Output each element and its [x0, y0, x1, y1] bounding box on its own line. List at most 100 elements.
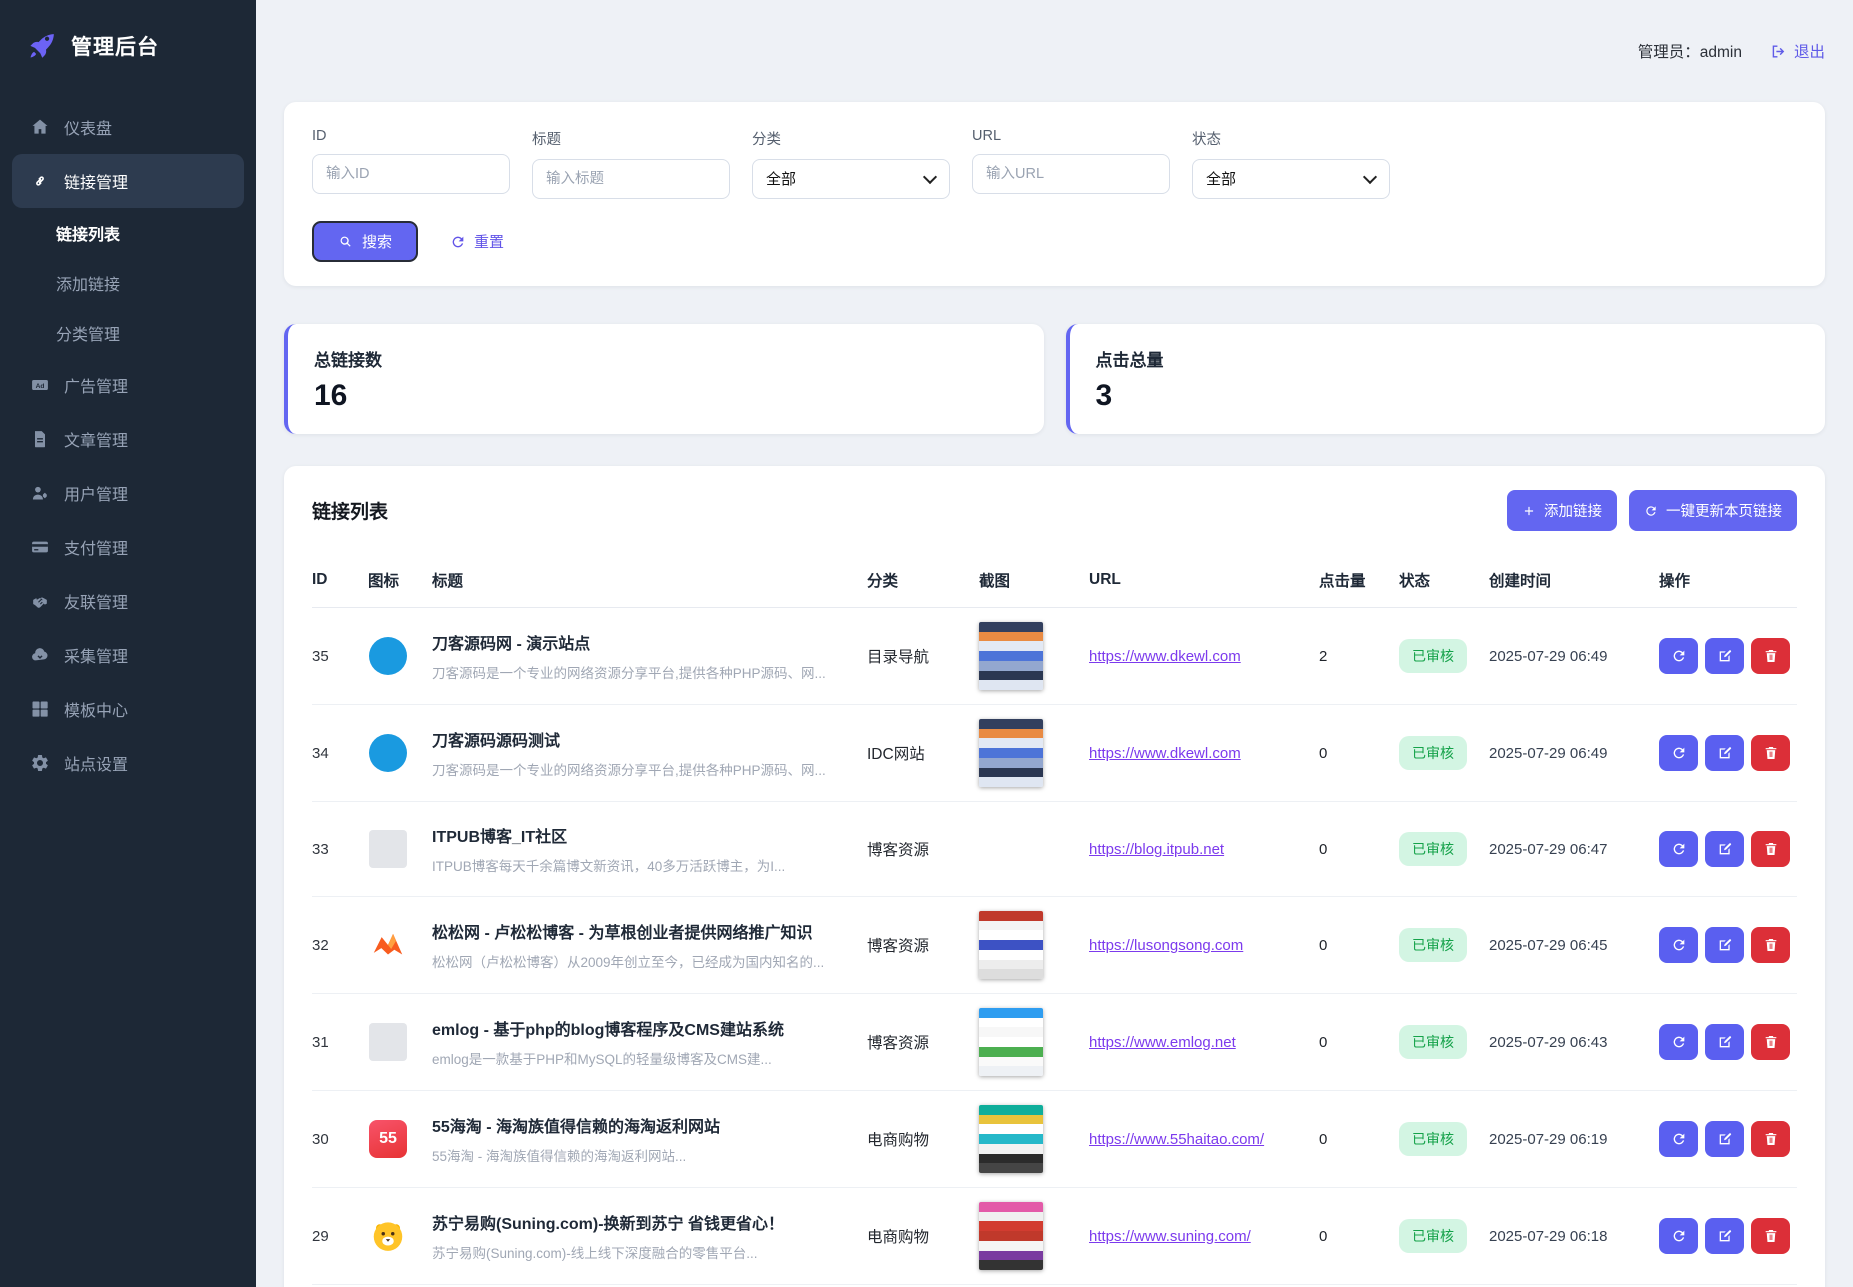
link-url[interactable]: https://blog.itpub.net [1089, 841, 1319, 858]
cell-category: 电商购物 [867, 1128, 979, 1150]
table-head-bar: 链接列表 添加链接 一键更新本页链接 [312, 490, 1797, 531]
link-desc: 松松网（卢松松博客）从2009年创立至今，已经成为国内知名的... [432, 951, 843, 971]
add-link-button[interactable]: 添加链接 [1507, 490, 1617, 531]
sidebar-item[interactable]: 站点设置 [0, 736, 256, 790]
link-url[interactable]: https://www.dkewl.com [1089, 648, 1319, 665]
sidebar-item-label: 广告管理 [64, 373, 128, 397]
rocket-icon [26, 30, 58, 62]
cell-created-time: 2025-07-29 06:49 [1489, 648, 1659, 665]
column-header: ID [312, 571, 368, 589]
screenshot-thumb [979, 911, 1043, 979]
delete-link-button[interactable] [1751, 735, 1790, 771]
delete-link-button[interactable] [1751, 1024, 1790, 1060]
logout-icon [1770, 43, 1787, 60]
plus-icon [1522, 504, 1536, 518]
cell-clicks: 0 [1319, 1034, 1399, 1051]
article-icon [30, 429, 50, 449]
edit-link-button[interactable] [1705, 927, 1744, 963]
sidebar-item-label: 分类管理 [56, 321, 120, 345]
sidebar-item[interactable]: Ad广告管理 [0, 358, 256, 412]
link-url[interactable]: https://www.suning.com/ [1089, 1228, 1319, 1245]
refresh-link-button[interactable] [1659, 735, 1698, 771]
delete-link-icon [1763, 1034, 1779, 1050]
stats-row: 总链接数 16 点击总量 3 [284, 324, 1825, 434]
cell-status: 已审核 [1399, 928, 1489, 962]
edit-link-button[interactable] [1705, 1121, 1744, 1157]
cell-title: 刀客源码源码测试刀客源码是一个专业的网络资源分享平台,提供各种PHP源码、网..… [432, 727, 867, 779]
category-field: 分类全部 [752, 128, 950, 199]
logout-button[interactable]: 退出 [1770, 40, 1825, 62]
sidebar-item[interactable]: 分类管理 [0, 308, 256, 358]
collect-icon [30, 645, 50, 665]
link-icon [30, 171, 50, 191]
delete-link-button[interactable] [1751, 1218, 1790, 1254]
edit-link-button[interactable] [1705, 735, 1744, 771]
admin-app: 管理后台 仪表盘链接管理链接列表添加链接分类管理Ad广告管理文章管理用户管理支付… [0, 0, 1853, 1287]
template-icon [30, 699, 50, 719]
status-select[interactable]: 全部 [1192, 159, 1390, 199]
placeholder-icon [368, 829, 408, 869]
url-input[interactable] [972, 154, 1170, 194]
cell-id: 29 [312, 1228, 368, 1245]
sidebar-item[interactable]: 支付管理 [0, 520, 256, 574]
sidebar-item-label: 链接管理 [64, 169, 128, 193]
sidebar-item[interactable]: 链接管理 [12, 154, 244, 208]
sidebar-item-label: 采集管理 [64, 643, 128, 667]
settings-icon [30, 753, 50, 773]
id-field: ID [312, 128, 510, 199]
update-page-links-button[interactable]: 一键更新本页链接 [1629, 490, 1797, 531]
delete-link-button[interactable] [1751, 638, 1790, 674]
refresh-link-button[interactable] [1659, 1024, 1698, 1060]
sidebar-item[interactable]: 模板中心 [0, 682, 256, 736]
payment-icon [30, 537, 50, 557]
edit-link-button[interactable] [1705, 638, 1744, 674]
cell-title: 55海淘 - 海淘族值得信赖的海淘返利网站55海淘 - 海淘族值得信赖的海淘返利… [432, 1113, 867, 1165]
delete-link-button[interactable] [1751, 831, 1790, 867]
edit-link-button[interactable] [1705, 1218, 1744, 1254]
edit-link-button[interactable] [1705, 831, 1744, 867]
cell-operations [1659, 1024, 1797, 1060]
refresh-link-button[interactable] [1659, 638, 1698, 674]
link-url[interactable]: https://lusongsong.com [1089, 937, 1319, 954]
sidebar-item[interactable]: 仪表盘 [0, 100, 256, 154]
cell-icon [368, 733, 432, 773]
delete-link-button[interactable] [1751, 1121, 1790, 1157]
refresh-link-button[interactable] [1659, 1218, 1698, 1254]
link-url[interactable]: https://www.55haitao.com/ [1089, 1131, 1319, 1148]
refresh-link-icon [1671, 648, 1687, 664]
column-header: 状态 [1399, 569, 1489, 591]
cell-category: 电商购物 [867, 1225, 979, 1247]
refresh-link-button[interactable] [1659, 831, 1698, 867]
sidebar-item[interactable]: 用户管理 [0, 466, 256, 520]
sidebar-item[interactable]: 添加链接 [0, 258, 256, 308]
cell-clicks: 0 [1319, 841, 1399, 858]
category-select[interactable]: 全部 [752, 159, 950, 199]
title-input[interactable] [532, 159, 730, 199]
category-label: 分类 [752, 128, 950, 149]
link-url[interactable]: https://www.dkewl.com [1089, 745, 1319, 762]
placeholder-icon [368, 1022, 408, 1062]
link-desc: 55海淘 - 海淘族值得信赖的海淘返利网站... [432, 1145, 843, 1165]
cell-clicks: 0 [1319, 1228, 1399, 1245]
reset-button[interactable]: 重置 [450, 231, 504, 252]
table-row: 35刀客源码网 - 演示站点刀客源码是一个专业的网络资源分享平台,提供各种PHP… [312, 608, 1797, 705]
edit-link-button[interactable] [1705, 1024, 1744, 1060]
sidebar-item-label: 友联管理 [64, 589, 128, 613]
cell-category: IDC网站 [867, 742, 979, 764]
delete-link-button[interactable] [1751, 927, 1790, 963]
edit-link-icon [1717, 1034, 1733, 1050]
id-input[interactable] [312, 154, 510, 194]
link-url[interactable]: https://www.emlog.net [1089, 1034, 1319, 1051]
sidebar-item[interactable]: 友联管理 [0, 574, 256, 628]
link-title: 苏宁易购(Suning.com)-换新到苏宁 省钱更省心！ [432, 1210, 843, 1234]
table-buttons: 添加链接 一键更新本页链接 [1507, 490, 1797, 531]
link-list-card: 链接列表 添加链接 一键更新本页链接 ID图标标题分类截图URL点击量状态创建时… [284, 466, 1825, 1287]
sidebar-item[interactable]: 链接列表 [0, 208, 256, 258]
link-desc: emlog是一款基于PHP和MySQL的轻量级博客及CMS建... [432, 1048, 843, 1068]
sidebar-item[interactable]: 文章管理 [0, 412, 256, 466]
refresh-link-button[interactable] [1659, 1121, 1698, 1157]
refresh-link-button[interactable] [1659, 927, 1698, 963]
search-button[interactable]: 搜索 [312, 221, 418, 262]
sidebar-item[interactable]: 采集管理 [0, 628, 256, 682]
cell-icon: 55 [368, 1119, 432, 1159]
